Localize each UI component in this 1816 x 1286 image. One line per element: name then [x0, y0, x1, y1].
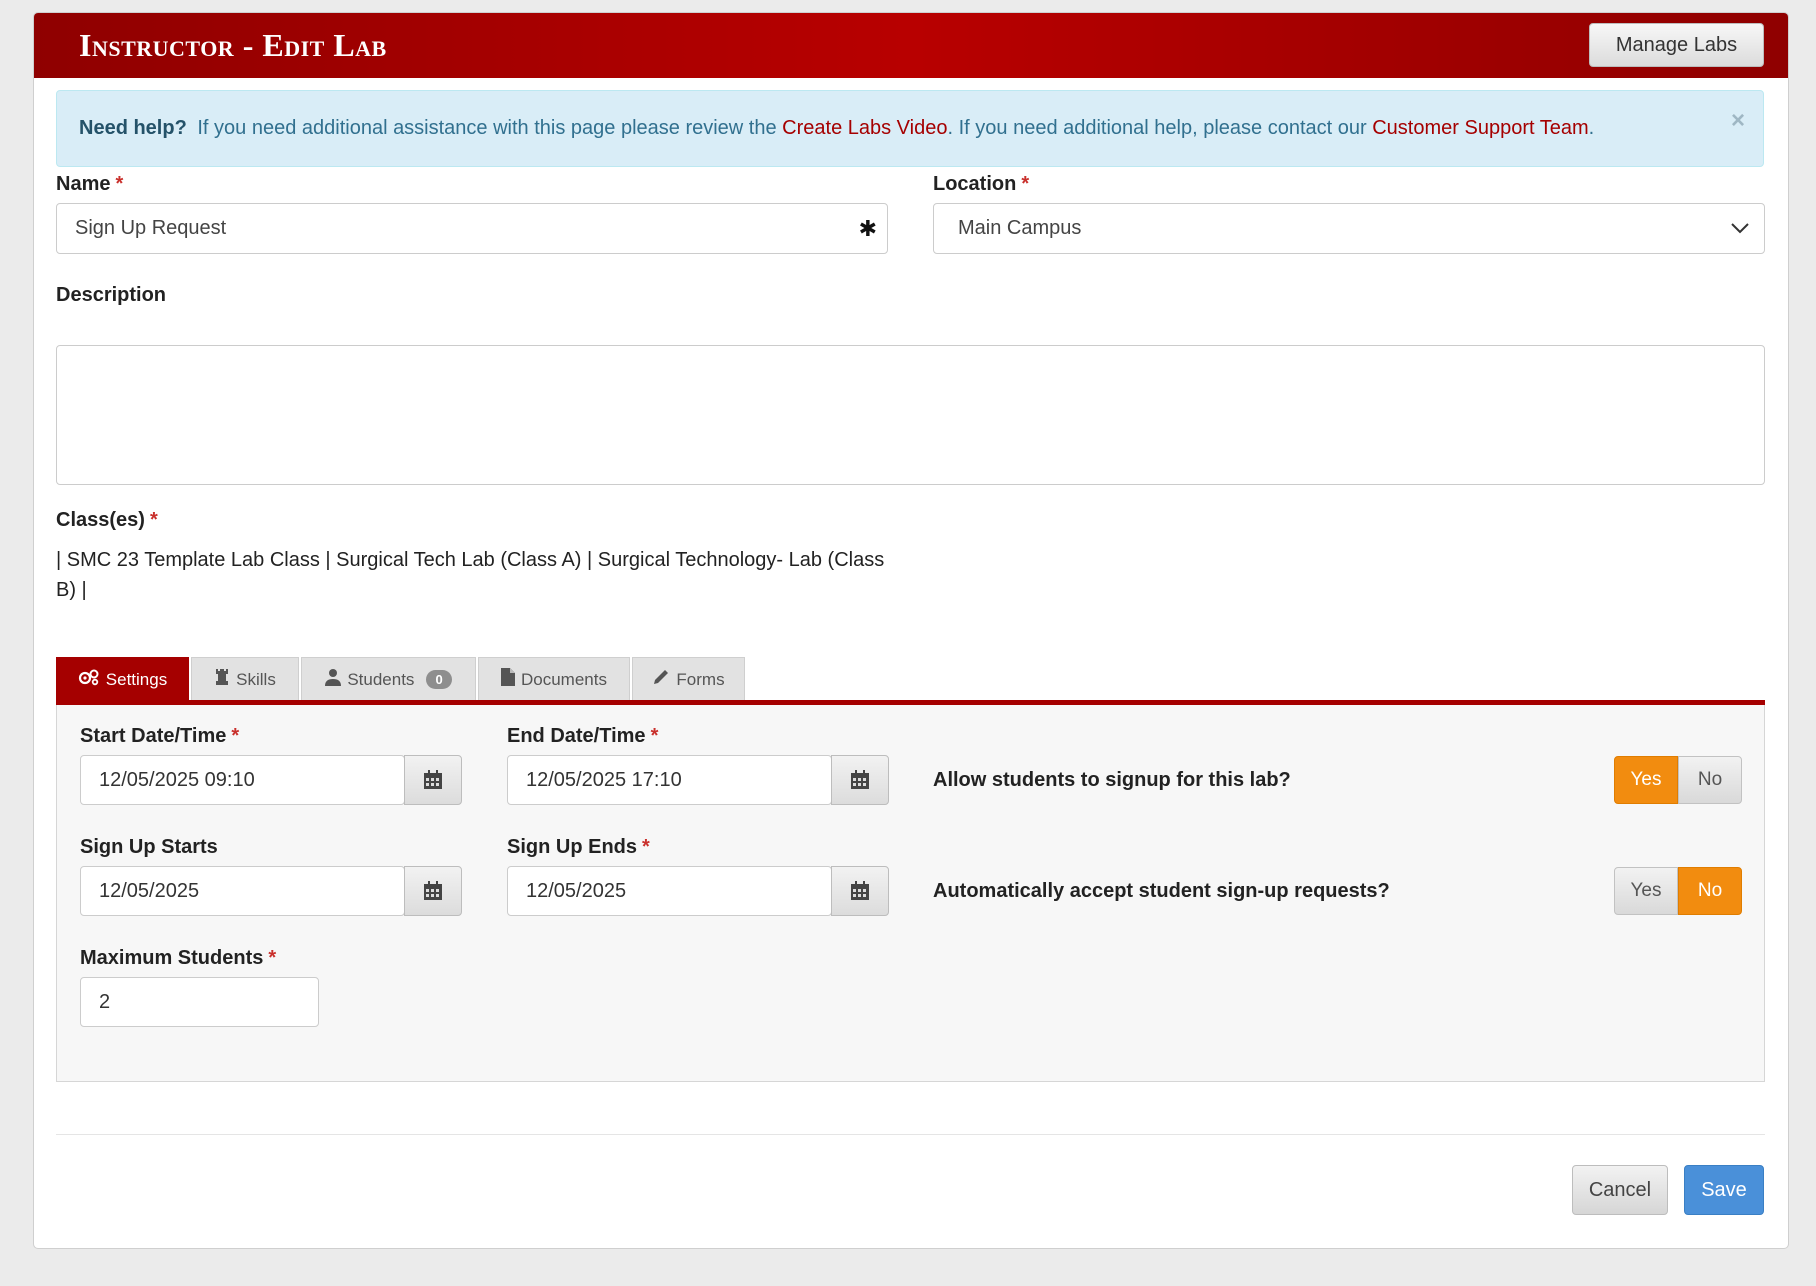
max-students-input[interactable]: 2 — [80, 977, 319, 1027]
classes-label-text: Class(es) — [56, 509, 145, 531]
pencil-icon — [652, 668, 670, 691]
signup-starts-label: Sign Up Starts — [80, 836, 218, 858]
required-mark: * — [642, 836, 650, 858]
name-input-value: Sign Up Request — [75, 217, 227, 239]
max-students-label: Maximum Students * — [80, 947, 276, 970]
signup-starts-input[interactable]: 12/05/2025 — [80, 866, 405, 916]
location-label-text: Location — [933, 173, 1017, 195]
edit-lab-panel: Instructor - Edit Lab Manage Labs Need h… — [33, 12, 1789, 1249]
tab-students-label: Students — [347, 669, 415, 689]
file-icon — [501, 668, 515, 691]
alert-text-2: . If you need additional help, please co… — [947, 117, 1367, 139]
required-mark: * — [149, 509, 158, 531]
tab-settings-label: Settings — [105, 669, 168, 689]
students-count-badge: 0 — [426, 670, 452, 689]
manage-labs-button[interactable]: Manage Labs — [1589, 23, 1764, 67]
start-datetime-label-text: Start Date/Time — [80, 725, 227, 747]
auto-accept-yes[interactable]: Yes — [1614, 867, 1678, 915]
start-datetime-label: Start Date/Time * — [80, 725, 239, 748]
chevron-down-icon — [1730, 218, 1750, 244]
alert-lead: Need help? — [79, 117, 187, 139]
required-mark: * — [650, 725, 659, 747]
page-title: Instructor - Edit Lab — [79, 27, 387, 63]
page-header: Instructor - Edit Lab Manage Labs — [34, 13, 1788, 78]
required-mark: * — [231, 725, 240, 747]
classes-label: Class(es) * — [56, 509, 158, 532]
tab-skills[interactable]: Skills — [191, 657, 299, 701]
alert-text-3: . — [1588, 117, 1595, 139]
start-datetime-input[interactable]: 12/05/2025 09:10 — [80, 755, 405, 805]
location-label: Location * — [933, 173, 1029, 196]
user-icon — [325, 668, 342, 691]
calendar-icon[interactable] — [831, 866, 889, 916]
tab-skills-label: Skills — [236, 669, 276, 689]
calendar-icon[interactable] — [831, 755, 889, 805]
end-datetime-input[interactable]: 12/05/2025 17:10 — [507, 755, 832, 805]
asterisk-icon: ✱ — [858, 216, 877, 241]
signup-ends-input[interactable]: 12/05/2025 — [507, 866, 832, 916]
tab-documents[interactable]: Documents — [478, 657, 630, 701]
name-input[interactable]: Sign Up Request ✱ — [56, 203, 888, 254]
auto-accept-no[interactable]: No — [1678, 867, 1742, 915]
tab-forms-label: Forms — [676, 669, 725, 689]
calendar-icon[interactable] — [404, 755, 462, 805]
tab-settings[interactable]: Settings — [56, 657, 189, 701]
footer-divider — [56, 1134, 1765, 1135]
required-mark: * — [268, 947, 277, 969]
allow-signup-toggle[interactable]: Yes No — [1614, 756, 1742, 804]
allow-signup-question: Allow students to signup for this lab? — [933, 769, 1291, 791]
max-students-label-text: Maximum Students — [80, 947, 264, 969]
required-mark: * — [115, 173, 124, 195]
tab-forms[interactable]: Forms — [632, 657, 745, 701]
create-labs-video-link[interactable]: Create Labs Video — [782, 117, 947, 139]
auto-accept-question: Automatically accept student sign-up req… — [933, 880, 1390, 902]
allow-signup-yes[interactable]: Yes — [1614, 756, 1678, 804]
required-mark: * — [1021, 173, 1030, 195]
gears-icon — [78, 668, 100, 691]
end-datetime-label-text: End Date/Time — [507, 725, 646, 747]
signup-ends-label: Sign Up Ends * — [507, 836, 650, 859]
location-select[interactable]: Main Campus — [933, 203, 1765, 254]
classes-list: | SMC 23 Template Lab Class | Surgical T… — [56, 549, 885, 601]
description-label: Description — [56, 284, 167, 306]
description-textarea[interactable] — [56, 345, 1765, 485]
name-label-text: Name — [56, 173, 111, 195]
settings-panel: Start Date/Time * 12/05/2025 09:10 End Da… — [56, 705, 1765, 1082]
customer-support-link[interactable]: Customer Support Team — [1372, 117, 1588, 139]
auto-accept-toggle[interactable]: Yes No — [1614, 867, 1742, 915]
help-alert: Need help? If you need additional assist… — [56, 90, 1764, 167]
calendar-icon[interactable] — [404, 866, 462, 916]
tab-documents-label: Documents — [521, 669, 607, 689]
alert-text-1: If you need additional assistance with t… — [197, 117, 777, 139]
end-datetime-label: End Date/Time * — [507, 725, 658, 748]
cancel-button[interactable]: Cancel — [1572, 1165, 1668, 1215]
tab-students[interactable]: Students 0 — [301, 657, 476, 701]
chess-rook-icon — [214, 668, 230, 691]
signup-ends-label-text: Sign Up Ends — [507, 836, 637, 858]
name-label: Name * — [56, 173, 123, 196]
allow-signup-no[interactable]: No — [1678, 756, 1742, 804]
location-select-value: Main Campus — [958, 217, 1082, 239]
save-button[interactable]: Save — [1684, 1165, 1764, 1215]
close-icon[interactable]: × — [1731, 107, 1745, 135]
